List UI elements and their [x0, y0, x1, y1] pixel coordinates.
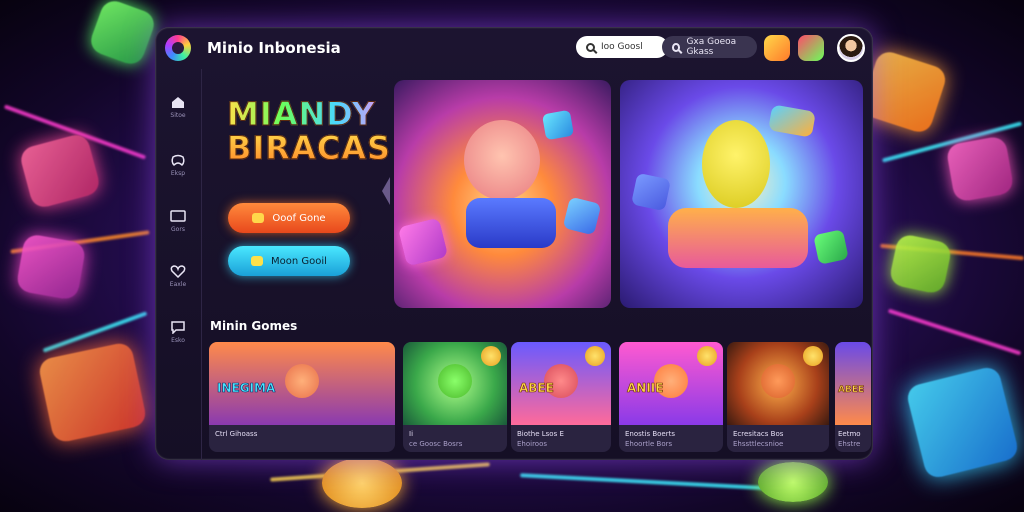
game-title: Ecresitacs Bos: [733, 430, 784, 438]
game-title: Ii: [409, 430, 414, 438]
game-logo-text: ABEE: [838, 385, 865, 396]
controller-icon: [251, 256, 264, 266]
badge-icon: [803, 346, 823, 366]
sidebar-item-explore[interactable]: Eksp: [155, 149, 201, 189]
game-card[interactable]: ABEE Eetmo Ehstre: [835, 342, 871, 452]
neon-streak: [42, 311, 148, 353]
game-tile-decoration: [397, 217, 449, 267]
game-logo-text: INEGIMA: [217, 381, 276, 396]
game-tile-decoration: [631, 172, 671, 212]
secondary-search-input[interactable]: Gxa Goeoa Gkass: [662, 36, 757, 58]
game-title: Enostis Boerts: [625, 430, 676, 438]
featured-banner[interactable]: [620, 80, 863, 308]
search-icon: [672, 42, 681, 52]
game-thumbnail: ABEE: [835, 342, 871, 425]
game-tile-decoration: [37, 341, 148, 444]
game-thumbnail: INEGIMA: [209, 342, 395, 425]
sidebar-item-home[interactable]: Sitoe: [155, 91, 201, 131]
game-subtitle: Ehoiroos: [517, 440, 548, 448]
search-icon: [586, 42, 595, 52]
tv-icon: [170, 210, 186, 222]
game-title: Eetmo: [838, 430, 861, 438]
game-tile-decoration: [18, 131, 102, 211]
game-subtitle: ce Goosc Bosrs: [409, 440, 463, 448]
game-card[interactable]: ABEE Biothe Lsos E Ehoiroos: [511, 342, 611, 452]
sidebar-item-label: Eaxle: [169, 281, 187, 288]
app-title: Minio Inbonesia: [207, 39, 341, 57]
avatar[interactable]: [837, 34, 865, 62]
neon-streak: [520, 473, 780, 491]
sidebar-item-chat[interactable]: Esko: [155, 316, 201, 356]
carousel-prev-icon[interactable]: [382, 177, 390, 205]
sidebar-item-tv[interactable]: Gors: [155, 205, 201, 245]
logo-icon[interactable]: [165, 35, 191, 61]
game-logo-text: ANIIE: [627, 381, 664, 396]
game-card[interactable]: ANIIE Enostis Boerts Ehoortle Bors: [619, 342, 723, 452]
game-tile-decoration: [87, 0, 158, 68]
sidebar-item-label: Gors: [171, 226, 185, 233]
section-title: Minin Gomes: [210, 319, 298, 333]
game-subtitle: Ehstre: [838, 440, 861, 448]
controller-icon: [171, 154, 185, 167]
character-image: [761, 364, 795, 398]
badge-icon: [481, 346, 501, 366]
play-now-button[interactable]: Ooof Gone: [228, 203, 350, 233]
sidebar-item-label: Esko: [171, 337, 185, 344]
chat-icon: [171, 321, 185, 334]
arcade-stage-image: [668, 208, 808, 268]
app-window: Minio Inbonesia Ioo Goosl Gxa Goeoa Gkas…: [155, 27, 873, 460]
game-logo-text: ABEE: [519, 381, 554, 396]
game-tile-decoration: [888, 232, 953, 296]
game-tile-decoration: [904, 364, 1021, 481]
game-thumbnail: [403, 342, 507, 425]
rewards-icon[interactable]: [764, 35, 790, 61]
secondary-search-placeholder: Gxa Goeoa Gkass: [686, 37, 737, 57]
sidebar-item-favorites[interactable]: Eaxle: [155, 260, 201, 300]
character-image: [438, 364, 472, 398]
badge-icon: [585, 346, 605, 366]
game-title: Biothe Lsos E: [517, 430, 564, 438]
neon-streak: [887, 308, 1022, 356]
character-image: [285, 364, 319, 398]
hero-title-line2: BIRACAS: [227, 129, 391, 167]
game-tile-decoration: [15, 233, 87, 301]
games-icon[interactable]: [798, 35, 824, 61]
game-card[interactable]: INEGIMA Ctrl Gihoass: [209, 342, 395, 452]
game-tile-decoration: [945, 135, 1015, 203]
hero-title: MIANDY BIRACAS: [227, 97, 391, 167]
game-title: Ctrl Gihoass: [215, 430, 258, 438]
hero-title-line1: MIANDY: [227, 97, 391, 132]
coin-decoration: [758, 462, 828, 502]
controller-icon: [252, 213, 265, 223]
character-image: [464, 120, 540, 200]
game-tile-decoration: [541, 109, 575, 141]
coin-decoration: [322, 458, 402, 508]
featured-banner[interactable]: [394, 80, 611, 308]
sidebar-item-label: Eksp: [170, 170, 186, 177]
search-input[interactable]: Ioo Goosl: [576, 36, 668, 58]
game-thumbnail: ABEE: [511, 342, 611, 425]
top-bar: Minio Inbonesia Ioo Goosl Gxa Goeoa Gkas…: [155, 27, 873, 69]
game-tile-decoration: [768, 104, 816, 138]
play-now-label: Ooof Gone: [272, 212, 326, 224]
gamepad-image: [466, 198, 556, 248]
more-games-button[interactable]: Moon Gooil: [228, 246, 350, 276]
game-thumbnail: ANIIE: [619, 342, 723, 425]
sidebar: Sitoe Eksp Gors Eaxle Esko: [155, 69, 202, 460]
game-tile-decoration: [813, 229, 849, 265]
more-games-label: Moon Gooil: [271, 255, 327, 267]
game-card[interactable]: Ii ce Goosc Bosrs: [403, 342, 507, 452]
game-thumbnail: [727, 342, 829, 425]
home-icon: [172, 97, 184, 108]
game-subtitle: Ehoortle Bors: [625, 440, 673, 448]
badge-icon: [697, 346, 717, 366]
game-tile-decoration: [562, 196, 602, 236]
search-placeholder: Ioo Goosl: [601, 42, 643, 52]
sidebar-item-label: Sitoe: [170, 112, 186, 119]
game-card[interactable]: Ecresitacs Bos Ehssttlecsnioe: [727, 342, 829, 452]
heart-icon: [170, 265, 186, 278]
game-subtitle: Ehssttlecsnioe: [733, 440, 784, 448]
character-image: [702, 120, 770, 208]
